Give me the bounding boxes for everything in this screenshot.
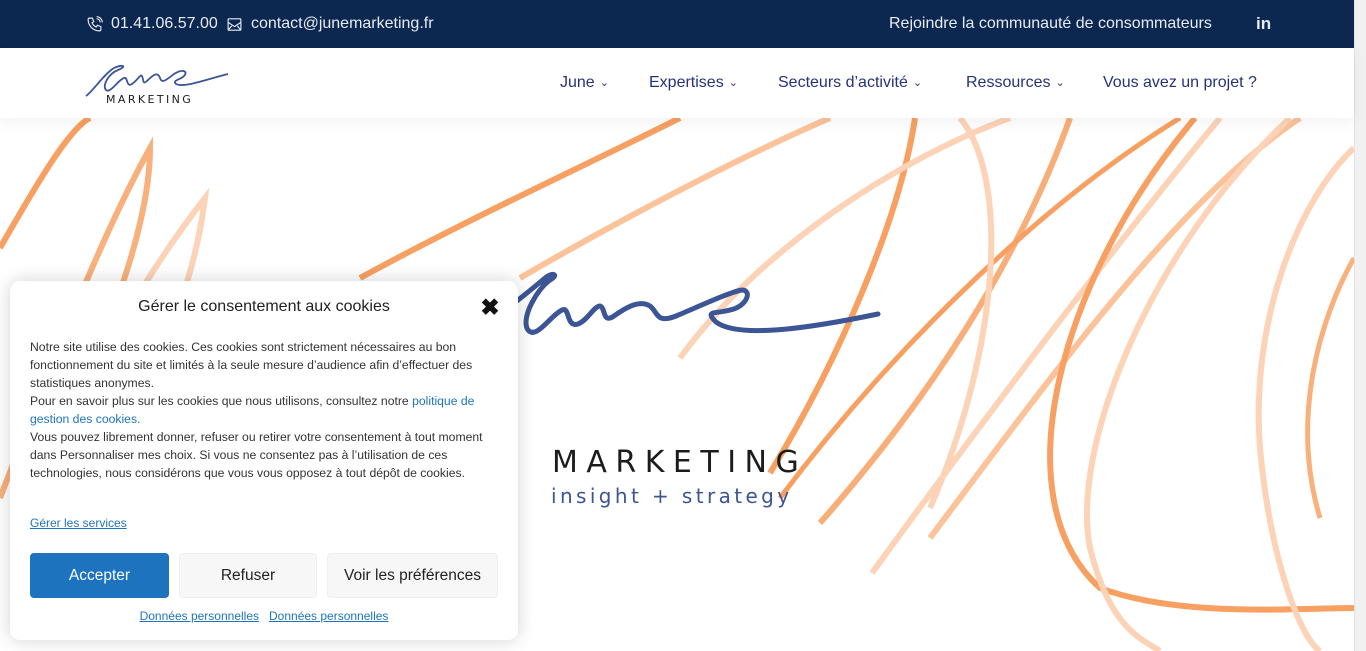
- chevron-down-icon: ⌄: [599, 76, 609, 89]
- june-script-logo: [495, 271, 881, 335]
- chevron-down-icon: ⌄: [728, 76, 738, 89]
- personal-data-link[interactable]: Données personnelles: [140, 609, 259, 623]
- hero-tagline: insight + strategy: [551, 484, 793, 508]
- nav-item-ressources[interactable]: Ressources ⌄: [966, 48, 1065, 118]
- nav-item-expertises[interactable]: Expertises ⌄: [649, 48, 738, 118]
- preferences-button[interactable]: Voir les préférences: [327, 553, 498, 598]
- refuse-button[interactable]: Refuser: [179, 553, 317, 598]
- personal-data-link[interactable]: Données personnelles: [269, 609, 388, 623]
- nav-item-projet[interactable]: Vous avez un projet ?: [1103, 48, 1257, 118]
- linkedin-icon[interactable]: in: [1256, 0, 1271, 48]
- nav-item-label: June: [560, 74, 595, 91]
- phone-number: 01.41.06.57.00: [111, 15, 218, 32]
- chevron-down-icon: ⌄: [912, 76, 923, 89]
- manage-services-link[interactable]: Gérer les services: [30, 516, 127, 530]
- close-icon[interactable]: ✖: [478, 295, 502, 319]
- consent-paragraph-3: Vous pouvez librement donner, refuser ou…: [30, 430, 483, 480]
- consent-paragraph-2-text: Pour en savoir plus sur les cookies que …: [30, 394, 409, 408]
- phone-icon: [87, 15, 103, 31]
- cookie-consent-dialog: Gérer le consentement aux cookies ✖ Notr…: [10, 281, 518, 640]
- nav-item-june[interactable]: June ⌄: [560, 48, 609, 118]
- email-link[interactable]: contact@junemarketing.fr: [226, 0, 434, 48]
- main-navigation: MARKETING June ⌄ Expertises ⌄ Secteurs d…: [0, 48, 1354, 118]
- dialog-footer-links: Données personnelles Données personnelle…: [10, 609, 518, 623]
- community-link[interactable]: Rejoindre la communauté de consommateurs: [889, 0, 1212, 48]
- hero-wordmark: MARKETING: [552, 445, 808, 480]
- envelope-icon: [227, 17, 242, 31]
- phone-link[interactable]: 01.41.06.57.00: [86, 0, 218, 48]
- dialog-title: Gérer le consentement aux cookies: [138, 298, 390, 315]
- nav-item-secteurs[interactable]: Secteurs d’activité ⌄: [778, 48, 922, 118]
- nav-item-label: Expertises: [649, 74, 724, 91]
- nav-item-label: Ressources: [966, 74, 1051, 91]
- dialog-body: Notre site utilise des cookies. Ces cook…: [30, 338, 490, 482]
- top-bar: 01.41.06.57.00 contact@junemarketing.fr …: [0, 0, 1354, 48]
- nav-item-label: Secteurs d’activité: [778, 74, 908, 91]
- logo-wordmark: MARKETING: [106, 93, 193, 106]
- consent-paragraph-2: Pour en savoir plus sur les cookies que …: [30, 392, 490, 428]
- nav-item-label: Vous avez un projet ?: [1103, 74, 1257, 91]
- chevron-down-icon: ⌄: [1055, 76, 1065, 89]
- email-address: contact@junemarketing.fr: [251, 15, 434, 32]
- accept-button[interactable]: Accepter: [30, 553, 169, 598]
- community-link-label: Rejoindre la communauté de consommateurs: [889, 15, 1212, 32]
- consent-paragraph-1: Notre site utilise des cookies. Ces cook…: [30, 340, 473, 390]
- june-marketing-logo[interactable]: MARKETING: [84, 60, 232, 106]
- scrollbar[interactable]: [1354, 0, 1366, 651]
